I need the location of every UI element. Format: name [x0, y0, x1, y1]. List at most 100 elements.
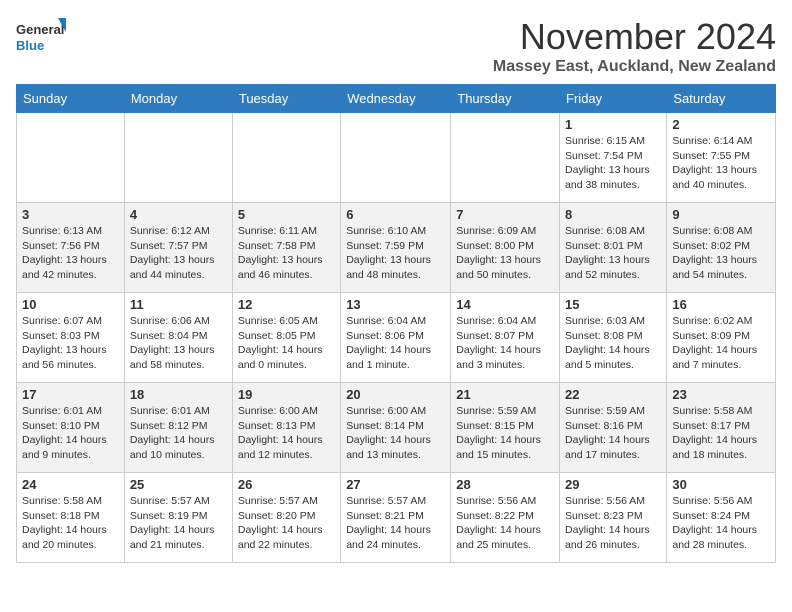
- cell-2-1: 3 Sunrise: 6:13 AMSunset: 7:56 PMDaylight…: [17, 203, 125, 293]
- cell-2-3: 5 Sunrise: 6:11 AMSunset: 7:58 PMDaylight…: [232, 203, 340, 293]
- cell-info: Sunrise: 5:59 AMSunset: 8:15 PMDaylight:…: [456, 404, 554, 463]
- day-number: 29: [565, 477, 661, 492]
- cell-5-7: 30 Sunrise: 5:56 AMSunset: 8:24 PMDayligh…: [667, 473, 776, 563]
- cell-info: Sunrise: 6:13 AMSunset: 7:56 PMDaylight:…: [22, 224, 119, 283]
- cell-4-7: 23 Sunrise: 5:58 AMSunset: 8:17 PMDayligh…: [667, 383, 776, 473]
- cell-info: Sunrise: 6:03 AMSunset: 8:08 PMDaylight:…: [565, 314, 661, 373]
- day-number: 12: [238, 297, 335, 312]
- cell-info: Sunrise: 6:10 AMSunset: 7:59 PMDaylight:…: [346, 224, 445, 283]
- day-number: 13: [346, 297, 445, 312]
- cell-1-1: [17, 113, 125, 203]
- day-number: 24: [22, 477, 119, 492]
- cell-info: Sunrise: 6:01 AMSunset: 8:10 PMDaylight:…: [22, 404, 119, 463]
- week-row-2: 3 Sunrise: 6:13 AMSunset: 7:56 PMDaylight…: [17, 203, 776, 293]
- calendar-body: 1 Sunrise: 6:15 AMSunset: 7:54 PMDaylight…: [17, 113, 776, 563]
- cell-info: Sunrise: 6:05 AMSunset: 8:05 PMDaylight:…: [238, 314, 335, 373]
- cell-4-4: 20 Sunrise: 6:00 AMSunset: 8:14 PMDayligh…: [341, 383, 451, 473]
- cell-info: Sunrise: 6:08 AMSunset: 8:01 PMDaylight:…: [565, 224, 661, 283]
- day-number: 15: [565, 297, 661, 312]
- header-sunday: Sunday: [17, 85, 125, 113]
- cell-info: Sunrise: 5:57 AMSunset: 8:21 PMDaylight:…: [346, 494, 445, 553]
- header-tuesday: Tuesday: [232, 85, 340, 113]
- header-wednesday: Wednesday: [341, 85, 451, 113]
- cell-info: Sunrise: 5:58 AMSunset: 8:17 PMDaylight:…: [672, 404, 770, 463]
- day-number: 9: [672, 207, 770, 222]
- day-number: 20: [346, 387, 445, 402]
- week-row-5: 24 Sunrise: 5:58 AMSunset: 8:18 PMDayligh…: [17, 473, 776, 563]
- cell-4-5: 21 Sunrise: 5:59 AMSunset: 8:15 PMDayligh…: [451, 383, 560, 473]
- cell-info: Sunrise: 6:12 AMSunset: 7:57 PMDaylight:…: [130, 224, 227, 283]
- calendar-header: SundayMondayTuesdayWednesdayThursdayFrid…: [17, 85, 776, 113]
- cell-1-5: [451, 113, 560, 203]
- cell-1-4: [341, 113, 451, 203]
- calendar-table: SundayMondayTuesdayWednesdayThursdayFrid…: [16, 84, 776, 563]
- cell-5-4: 27Sunrise: 5:57 AMSunset: 8:21 PMDayligh…: [341, 473, 451, 563]
- cell-4-1: 17Sunrise: 6:01 AMSunset: 8:10 PMDayligh…: [17, 383, 125, 473]
- cell-info: Sunrise: 6:01 AMSunset: 8:12 PMDaylight:…: [130, 404, 227, 463]
- day-number: 5: [238, 207, 335, 222]
- cell-5-2: 25 Sunrise: 5:57 AMSunset: 8:19 PMDayligh…: [124, 473, 232, 563]
- cell-3-1: 10Sunrise: 6:07 AMSunset: 8:03 PMDayligh…: [17, 293, 125, 383]
- cell-info: Sunrise: 6:04 AMSunset: 8:07 PMDaylight:…: [456, 314, 554, 373]
- week-row-1: 1 Sunrise: 6:15 AMSunset: 7:54 PMDaylight…: [17, 113, 776, 203]
- cell-info: Sunrise: 6:15 AMSunset: 7:54 PMDaylight:…: [565, 134, 661, 193]
- day-number: 3: [22, 207, 119, 222]
- day-number: 25: [130, 477, 227, 492]
- cell-4-6: 22 Sunrise: 5:59 AMSunset: 8:16 PMDayligh…: [560, 383, 667, 473]
- title-section: November 2024 Massey East, Auckland, New…: [493, 16, 776, 76]
- cell-info: Sunrise: 6:08 AMSunset: 8:02 PMDaylight:…: [672, 224, 770, 283]
- logo: General Blue: [16, 16, 66, 61]
- cell-4-2: 18 Sunrise: 6:01 AMSunset: 8:12 PMDayligh…: [124, 383, 232, 473]
- day-number: 2: [672, 117, 770, 132]
- location-subtitle: Massey East, Auckland, New Zealand: [493, 58, 776, 76]
- cell-1-3: [232, 113, 340, 203]
- header-thursday: Thursday: [451, 85, 560, 113]
- day-number: 21: [456, 387, 554, 402]
- cell-info: Sunrise: 6:07 AMSunset: 8:03 PMDaylight:…: [22, 314, 119, 373]
- cell-info: Sunrise: 5:58 AMSunset: 8:18 PMDaylight:…: [22, 494, 119, 553]
- cell-info: Sunrise: 6:00 AMSunset: 8:14 PMDaylight:…: [346, 404, 445, 463]
- cell-1-7: 2Sunrise: 6:14 AMSunset: 7:55 PMDaylight…: [667, 113, 776, 203]
- day-number: 30: [672, 477, 770, 492]
- day-number: 6: [346, 207, 445, 222]
- cell-5-6: 29 Sunrise: 5:56 AMSunset: 8:23 PMDayligh…: [560, 473, 667, 563]
- cell-1-6: 1 Sunrise: 6:15 AMSunset: 7:54 PMDaylight…: [560, 113, 667, 203]
- cell-info: Sunrise: 5:59 AMSunset: 8:16 PMDaylight:…: [565, 404, 661, 463]
- page-header: General Blue November 2024 Massey East, …: [16, 16, 776, 76]
- cell-3-3: 12 Sunrise: 6:05 AMSunset: 8:05 PMDayligh…: [232, 293, 340, 383]
- cell-info: Sunrise: 5:56 AMSunset: 8:24 PMDaylight:…: [672, 494, 770, 553]
- day-number: 1: [565, 117, 661, 132]
- cell-3-2: 11 Sunrise: 6:06 AMSunset: 8:04 PMDayligh…: [124, 293, 232, 383]
- cell-1-2: [124, 113, 232, 203]
- cell-2-2: 4Sunrise: 6:12 AMSunset: 7:57 PMDaylight…: [124, 203, 232, 293]
- cell-2-5: 7Sunrise: 6:09 AMSunset: 8:00 PMDaylight…: [451, 203, 560, 293]
- cell-3-7: 16 Sunrise: 6:02 AMSunset: 8:09 PMDayligh…: [667, 293, 776, 383]
- svg-text:Blue: Blue: [16, 38, 44, 53]
- cell-info: Sunrise: 6:00 AMSunset: 8:13 PMDaylight:…: [238, 404, 335, 463]
- cell-5-1: 24 Sunrise: 5:58 AMSunset: 8:18 PMDayligh…: [17, 473, 125, 563]
- header-friday: Friday: [560, 85, 667, 113]
- cell-info: Sunrise: 6:06 AMSunset: 8:04 PMDaylight:…: [130, 314, 227, 373]
- header-row: SundayMondayTuesdayWednesdayThursdayFrid…: [17, 85, 776, 113]
- svg-text:General: General: [16, 22, 64, 37]
- cell-info: Sunrise: 6:02 AMSunset: 8:09 PMDaylight:…: [672, 314, 770, 373]
- day-number: 19: [238, 387, 335, 402]
- cell-info: Sunrise: 5:56 AMSunset: 8:22 PMDaylight:…: [456, 494, 554, 553]
- cell-2-7: 9 Sunrise: 6:08 AMSunset: 8:02 PMDaylight…: [667, 203, 776, 293]
- header-saturday: Saturday: [667, 85, 776, 113]
- cell-2-6: 8Sunrise: 6:08 AMSunset: 8:01 PMDaylight…: [560, 203, 667, 293]
- day-number: 23: [672, 387, 770, 402]
- cell-5-3: 26Sunrise: 5:57 AMSunset: 8:20 PMDayligh…: [232, 473, 340, 563]
- cell-info: Sunrise: 5:57 AMSunset: 8:19 PMDaylight:…: [130, 494, 227, 553]
- logo-svg: General Blue: [16, 16, 66, 61]
- week-row-3: 10Sunrise: 6:07 AMSunset: 8:03 PMDayligh…: [17, 293, 776, 383]
- cell-info: Sunrise: 6:11 AMSunset: 7:58 PMDaylight:…: [238, 224, 335, 283]
- week-row-4: 17Sunrise: 6:01 AMSunset: 8:10 PMDayligh…: [17, 383, 776, 473]
- day-number: 7: [456, 207, 554, 222]
- day-number: 18: [130, 387, 227, 402]
- day-number: 11: [130, 297, 227, 312]
- cell-info: Sunrise: 5:56 AMSunset: 8:23 PMDaylight:…: [565, 494, 661, 553]
- day-number: 26: [238, 477, 335, 492]
- day-number: 16: [672, 297, 770, 312]
- day-number: 22: [565, 387, 661, 402]
